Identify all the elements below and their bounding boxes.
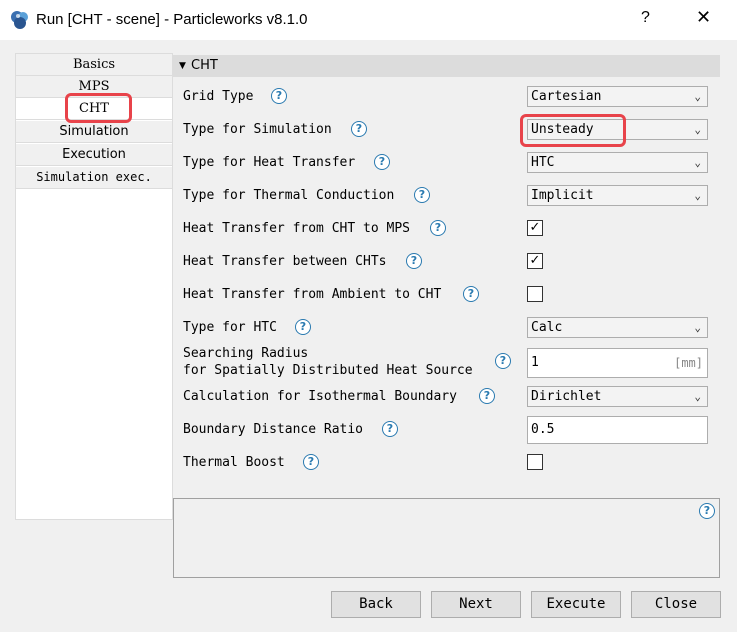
particleworks-app-icon — [11, 11, 28, 29]
heat-transfer-ambient-to-cht-checkbox[interactable] — [527, 286, 543, 302]
type-for-heat-transfer-help-icon[interactable]: ? — [374, 154, 390, 170]
description-help-icon[interactable]: ? — [699, 503, 715, 519]
grid-type-value: Cartesian — [531, 89, 602, 104]
type-for-htc-help-icon[interactable]: ? — [295, 319, 311, 335]
type-for-heat-transfer-select[interactable]: HTC ⌄ — [527, 152, 708, 173]
heat-transfer-between-chts-checkbox[interactable]: ✓ — [527, 253, 543, 269]
cht-section-header[interactable]: ▼ CHT — [173, 55, 720, 77]
type-for-thermal-conduction-label: Type for Thermal Conduction — [183, 188, 395, 203]
chevron-down-icon: ⌄ — [694, 321, 701, 334]
nav-item-simulation[interactable]: Simulation — [16, 121, 172, 143]
nav-item-basics[interactable]: Basics — [16, 54, 172, 76]
next-button[interactable]: Next — [431, 591, 521, 618]
type-for-simulation-label: Type for Simulation — [183, 122, 332, 137]
window-title: Run [CHT - scene] - Particleworks v8.1.0 — [36, 11, 308, 28]
grid-type-select[interactable]: Cartesian ⌄ — [527, 86, 708, 107]
execute-button[interactable]: Execute — [531, 591, 621, 618]
type-for-thermal-conduction-value: Implicit — [531, 188, 594, 203]
nav-item-mps[interactable]: MPS — [16, 76, 172, 98]
isothermal-boundary-help-icon[interactable]: ? — [479, 388, 495, 404]
close-window-button[interactable]: ✕ — [696, 7, 711, 28]
heat-transfer-ambient-to-cht-help-icon[interactable]: ? — [463, 286, 479, 302]
type-for-simulation-help-icon[interactable]: ? — [351, 121, 367, 137]
heat-transfer-cht-to-mps-help-icon[interactable]: ? — [430, 220, 446, 236]
isothermal-boundary-value: Dirichlet — [531, 389, 602, 404]
searching-radius-value: 1 — [531, 355, 539, 370]
searching-radius-unit: [mm] — [674, 356, 703, 370]
heat-transfer-ambient-to-cht-label: Heat Transfer from Ambient to CHT — [183, 287, 442, 302]
heat-transfer-between-chts-help-icon[interactable]: ? — [406, 253, 422, 269]
close-button[interactable]: Close — [631, 591, 721, 618]
chevron-down-icon: ⌄ — [694, 123, 701, 136]
nav-item-execution[interactable]: Execution — [16, 144, 172, 166]
nav-item-simulation-exec[interactable]: Simulation exec. — [16, 167, 172, 189]
settings-nav: Basics MPS CHT Simulation Execution Simu… — [15, 53, 173, 520]
collapse-triangle-icon: ▼ — [179, 61, 186, 71]
nav-item-cht[interactable]: CHT — [16, 98, 172, 120]
searching-radius-label-line2: for Spatially Distributed Heat Source — [183, 363, 473, 378]
chevron-down-icon: ⌄ — [694, 156, 701, 169]
section-title: CHT — [191, 58, 218, 73]
searching-radius-help-icon[interactable]: ? — [495, 353, 511, 369]
heat-transfer-cht-to-mps-checkbox[interactable]: ✓ — [527, 220, 543, 236]
heat-transfer-cht-to-mps-label: Heat Transfer from CHT to MPS — [183, 221, 410, 236]
type-for-htc-label: Type for HTC — [183, 320, 277, 335]
type-for-thermal-conduction-select[interactable]: Implicit ⌄ — [527, 185, 708, 206]
type-for-heat-transfer-label: Type for Heat Transfer — [183, 155, 356, 170]
thermal-boost-help-icon[interactable]: ? — [303, 454, 319, 470]
boundary-distance-ratio-help-icon[interactable]: ? — [382, 421, 398, 437]
type-for-htc-value: Calc — [531, 320, 563, 335]
chevron-down-icon: ⌄ — [694, 390, 701, 403]
isothermal-boundary-select[interactable]: Dirichlet ⌄ — [527, 386, 708, 407]
back-button[interactable]: Back — [331, 591, 421, 618]
type-for-simulation-select[interactable]: Unsteady ⌄ — [527, 119, 708, 140]
type-for-thermal-conduction-help-icon[interactable]: ? — [414, 187, 430, 203]
thermal-boost-label: Thermal Boost — [183, 455, 285, 470]
title-bar: Run [CHT - scene] - Particleworks v8.1.0… — [0, 0, 737, 40]
isothermal-boundary-label: Calculation for Isothermal Boundary — [183, 389, 457, 404]
grid-type-help-icon[interactable]: ? — [271, 88, 287, 104]
title-help-button[interactable]: ? — [641, 9, 650, 27]
type-for-simulation-value: Unsteady — [531, 122, 594, 137]
boundary-distance-ratio-input[interactable]: 0.5 — [527, 416, 708, 444]
chevron-down-icon: ⌄ — [694, 90, 701, 103]
thermal-boost-checkbox[interactable] — [527, 454, 543, 470]
searching-radius-label-line1: Searching Radius — [183, 346, 309, 361]
boundary-distance-ratio-value: 0.5 — [531, 422, 555, 437]
heat-transfer-between-chts-label: Heat Transfer between CHTs — [183, 254, 387, 269]
searching-radius-input[interactable]: 1 [mm] — [527, 348, 708, 378]
type-for-htc-select[interactable]: Calc ⌄ — [527, 317, 708, 338]
grid-type-label: Grid Type — [183, 89, 254, 104]
type-for-heat-transfer-value: HTC — [531, 155, 555, 170]
boundary-distance-ratio-label: Boundary Distance Ratio — [183, 422, 364, 437]
description-area: ? — [173, 498, 720, 578]
chevron-down-icon: ⌄ — [694, 189, 701, 202]
